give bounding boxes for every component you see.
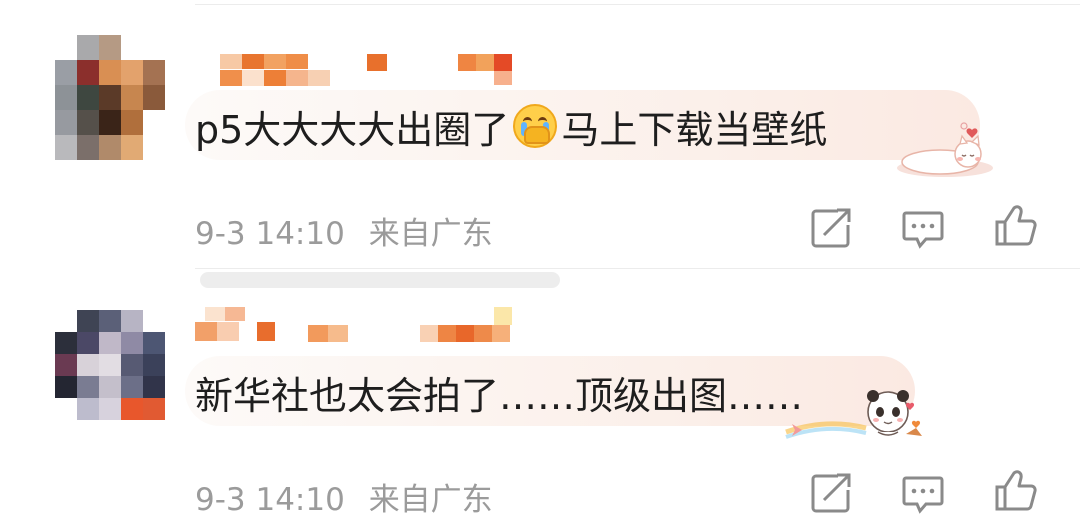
avatar-2[interactable]: [55, 310, 165, 420]
comment-location-1: 来自广东: [368, 216, 493, 252]
comment-bubble-icon[interactable]: [900, 470, 946, 516]
top-divider: [195, 4, 1080, 5]
username-blurred-2b: [195, 322, 275, 352]
comment-meta-1: 9-3 14:10 来自广东: [195, 208, 493, 253]
panda-rainbow-sticker-icon: [785, 390, 922, 439]
username-blurred-2d: [420, 325, 510, 355]
crying-face-covering-mouth-icon: [513, 104, 558, 148]
comment-meta-2: 9-3 14:10 来自广东: [195, 474, 493, 519]
comment-text-1[interactable]: p5大大大大出圈了 马上下载当壁纸: [195, 96, 827, 156]
comment-date-1: 9-3 14:10: [195, 216, 345, 252]
thumbs-up-icon[interactable]: [993, 467, 1039, 513]
comment-text-2[interactable]: 新华社也太会拍了……顶级出图……: [195, 362, 803, 422]
share-box-icon[interactable]: [808, 470, 854, 516]
thumbs-up-icon[interactable]: [993, 202, 1039, 248]
share-box-icon[interactable]: [808, 205, 854, 251]
sleeping-cat-sticker-icon: [897, 122, 993, 177]
comment-bubble-icon[interactable]: [900, 205, 946, 251]
comment-divider: [195, 268, 1080, 269]
avatar-1[interactable]: [55, 35, 165, 160]
comment-text-1-part-b: 马上下载当壁纸: [561, 107, 828, 152]
comment-text-1-part-a: p5大大大大出圈了: [195, 107, 510, 152]
username-blurred-2c: [308, 325, 348, 355]
scroll-shadow: [200, 272, 560, 288]
username-blurred-1c: [367, 54, 387, 71]
comment-location-2: 来自广东: [368, 482, 493, 518]
username-blurred-2e: [494, 307, 512, 325]
comment-date-2: 9-3 14:10: [195, 482, 345, 518]
username-blurred-1e: [494, 71, 512, 85]
